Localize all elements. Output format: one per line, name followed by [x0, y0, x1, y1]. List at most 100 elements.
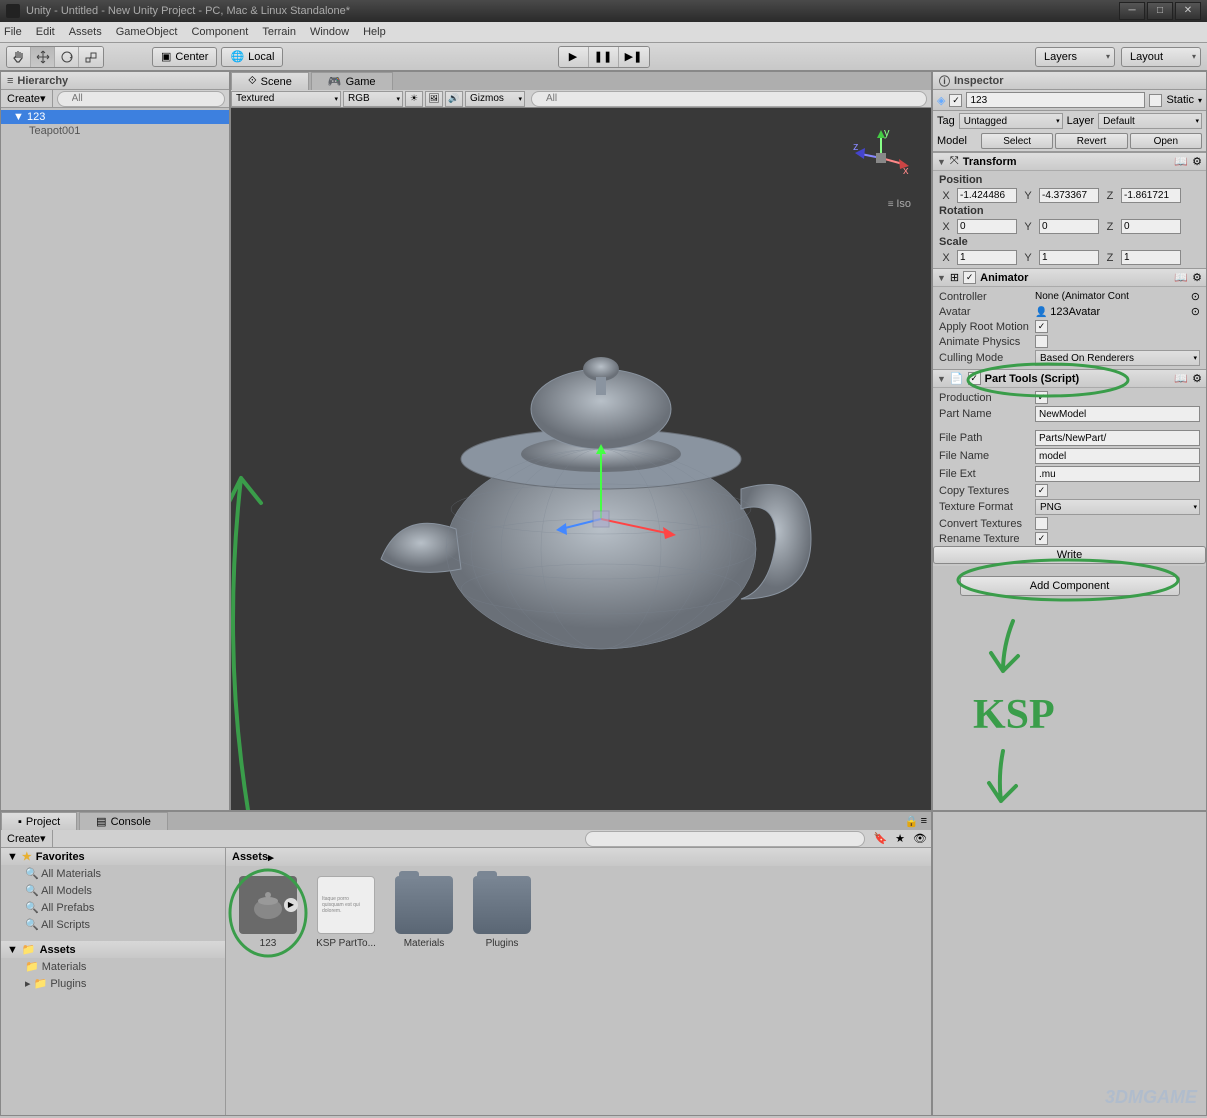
menu-component[interactable]: Component	[191, 26, 248, 38]
rename-texture-checkbox[interactable]: ✓	[1035, 532, 1048, 545]
rotation-y-input[interactable]	[1039, 219, 1099, 234]
gear-icon[interactable]: ⚙	[1192, 155, 1202, 168]
hand-tool[interactable]	[7, 47, 31, 67]
animator-enabled-checkbox[interactable]: ✓	[963, 271, 976, 284]
position-z-input[interactable]	[1121, 188, 1181, 203]
menu-assets[interactable]: Assets	[69, 26, 102, 38]
position-x-input[interactable]	[957, 188, 1017, 203]
file-ext-input[interactable]	[1035, 466, 1200, 482]
parttools-enabled-checkbox[interactable]: ✓	[968, 372, 981, 385]
asset-plugins-folder[interactable]: Plugins	[470, 876, 534, 949]
play-button[interactable]: ▶	[559, 47, 589, 67]
favorites-header[interactable]: ▼★Favorites	[1, 848, 225, 865]
layer-dropdown[interactable]: Default	[1098, 113, 1202, 129]
rotation-x-input[interactable]	[957, 219, 1017, 234]
static-checkbox[interactable]	[1149, 94, 1162, 107]
file-path-input[interactable]	[1035, 430, 1200, 446]
hierarchy-search-input[interactable]	[57, 91, 225, 107]
parttools-component-header[interactable]: ▼📄 ✓ Part Tools (Script) 📖 ⚙	[933, 369, 1206, 388]
filter-icon[interactable]: 🔖	[869, 832, 891, 845]
hierarchy-tab[interactable]: ≡ Hierarchy	[1, 72, 229, 90]
hierarchy-item-123[interactable]: ▼ 123	[1, 110, 229, 124]
image-toggle[interactable]: 🖼	[425, 91, 443, 107]
asset-123[interactable]: ▶ 123	[236, 876, 300, 949]
texture-format-dropdown[interactable]: PNG	[1035, 499, 1200, 515]
hidden-icon[interactable]: 👁	[909, 832, 931, 845]
fav-all-materials[interactable]: 🔍 All Materials	[1, 865, 225, 882]
animator-component-header[interactable]: ▼⊞ ✓ Animator 📖 ⚙	[933, 268, 1206, 287]
menu-terrain[interactable]: Terrain	[262, 26, 296, 38]
help-icon[interactable]: 📖	[1174, 372, 1188, 385]
audio-toggle[interactable]: 🔊	[445, 91, 463, 107]
avatar-value[interactable]: 👤 123Avatar	[1035, 306, 1187, 318]
fav-all-prefabs[interactable]: 🔍 All Prefabs	[1, 899, 225, 916]
breadcrumb[interactable]: Assets ▸	[226, 848, 931, 866]
culling-dropdown[interactable]: Based On Renderers	[1035, 350, 1200, 366]
orientation-gizmo[interactable]: y x z	[851, 128, 911, 188]
write-button[interactable]: Write	[933, 546, 1206, 564]
project-tab[interactable]: ▪Project	[1, 812, 77, 830]
scale-tool[interactable]	[79, 47, 103, 67]
lock-icon[interactable]: 🔒	[905, 815, 919, 828]
scale-y-input[interactable]	[1039, 250, 1099, 265]
menu-gameobject[interactable]: GameObject	[116, 26, 178, 38]
tag-dropdown[interactable]: Untagged	[959, 113, 1063, 129]
asset-ksp-parttools[interactable]: Itaque porro quisquam est qui dolorem. K…	[314, 876, 378, 949]
menu-edit[interactable]: Edit	[36, 26, 55, 38]
add-component-button[interactable]: Add Component	[960, 576, 1180, 596]
asset-materials-folder[interactable]: Materials	[392, 876, 456, 949]
gear-icon[interactable]: ⚙	[1192, 372, 1202, 385]
controller-value[interactable]: None (Animator Cont	[1035, 291, 1187, 302]
object-name-input[interactable]	[966, 92, 1145, 108]
minimize-button[interactable]: ─	[1119, 2, 1145, 20]
gizmos-dropdown[interactable]: Gizmos	[465, 91, 525, 107]
root-motion-checkbox[interactable]: ✓	[1035, 320, 1048, 333]
object-enabled-checkbox[interactable]: ✓	[949, 94, 962, 107]
fav-all-scripts[interactable]: 🔍 All Scripts	[1, 916, 225, 933]
close-button[interactable]: ✕	[1175, 2, 1201, 20]
part-name-input[interactable]	[1035, 406, 1200, 422]
menu-window[interactable]: Window	[310, 26, 349, 38]
scale-x-input[interactable]	[957, 250, 1017, 265]
move-tool[interactable]	[31, 47, 55, 67]
panel-menu-icon[interactable]: ≡	[921, 815, 927, 827]
maximize-button[interactable]: □	[1147, 2, 1173, 20]
assets-plugins[interactable]: ▸ 📁 Plugins	[1, 975, 225, 992]
star-icon[interactable]: ★	[891, 832, 909, 845]
scale-z-input[interactable]	[1121, 250, 1181, 265]
rotate-tool[interactable]	[55, 47, 79, 67]
project-search-input[interactable]	[585, 831, 865, 847]
layout-dropdown[interactable]: Layout	[1121, 47, 1201, 67]
render-dropdown[interactable]: RGB	[343, 91, 403, 107]
gear-icon[interactable]: ⚙	[1192, 271, 1202, 284]
hierarchy-create-button[interactable]: Create ▾	[1, 90, 53, 107]
layers-dropdown[interactable]: Layers	[1035, 47, 1115, 67]
step-button[interactable]: ▶❚	[619, 47, 649, 67]
copy-textures-checkbox[interactable]: ✓	[1035, 484, 1048, 497]
file-name-input[interactable]	[1035, 448, 1200, 464]
animate-physics-checkbox[interactable]	[1035, 335, 1048, 348]
fav-all-models[interactable]: 🔍 All Models	[1, 882, 225, 899]
console-tab[interactable]: ▤Console	[79, 812, 168, 830]
production-checkbox[interactable]: ✓	[1035, 391, 1048, 404]
rotation-z-input[interactable]	[1121, 219, 1181, 234]
pivot-local-button[interactable]: 🌐 Local	[221, 47, 283, 67]
model-open-button[interactable]: Open	[1130, 133, 1202, 149]
transform-component-header[interactable]: ▼⤧ Transform 📖 ⚙	[933, 152, 1206, 171]
model-revert-button[interactable]: Revert	[1055, 133, 1127, 149]
pivot-center-button[interactable]: ▣ Center	[152, 47, 217, 67]
convert-textures-checkbox[interactable]	[1035, 517, 1048, 530]
project-create-button[interactable]: Create ▾	[1, 830, 53, 847]
scene-tab[interactable]: ⟐Scene	[231, 72, 309, 90]
assets-materials[interactable]: 📁 Materials	[1, 958, 225, 975]
game-tab[interactable]: 🎮Game	[311, 72, 393, 90]
inspector-tab[interactable]: ⓘ Inspector	[933, 72, 1206, 90]
scene-search-input[interactable]	[531, 91, 927, 107]
scene-viewport[interactable]: y x z ≡ Iso	[231, 108, 931, 810]
model-select-button[interactable]: Select	[981, 133, 1053, 149]
light-toggle[interactable]: ☀	[405, 91, 423, 107]
pause-button[interactable]: ❚❚	[589, 47, 619, 67]
menu-file[interactable]: File	[4, 26, 22, 38]
hierarchy-item-teapot[interactable]: Teapot001	[1, 124, 229, 138]
help-icon[interactable]: 📖	[1174, 155, 1188, 168]
